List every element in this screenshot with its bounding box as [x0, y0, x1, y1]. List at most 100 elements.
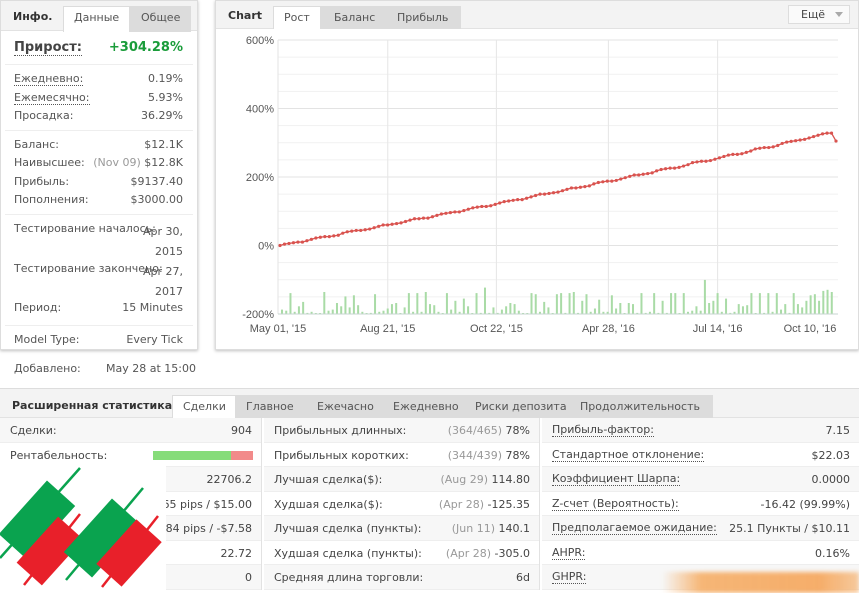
balance-label: Баланс: [14, 137, 60, 151]
growth-point [811, 134, 816, 139]
stat-label: Худшая сделка (пункты): [274, 546, 422, 560]
stat-value: -305.0 [494, 546, 530, 560]
growth-point [583, 184, 587, 189]
growth-point [538, 192, 542, 196]
growth-point [708, 158, 713, 163]
stat-label[interactable]: Стандартное отклонение: [552, 448, 705, 462]
stat-label[interactable]: Z-счет (Вероятность): [552, 497, 679, 511]
stat-value-wrap: 6d [516, 571, 530, 584]
candlestick-logo-icon [0, 462, 166, 593]
volume-bar [513, 304, 516, 314]
tab-profit[interactable]: Прибыль [384, 6, 462, 29]
tab-deposit-risks[interactable]: Риски депозита [462, 395, 580, 418]
tab-general[interactable]: Общее [130, 6, 192, 32]
growth-point [399, 221, 403, 225]
highest-date: (Nov 09) [93, 156, 141, 169]
growth-point [394, 221, 399, 226]
stat-value: 25.1 Пункты / $10.11 [729, 522, 850, 535]
growth-point [829, 131, 834, 135]
x-tick-label: Jul 14, '16 [693, 323, 743, 335]
growth-point [511, 198, 515, 202]
stat-detail: (Aug 29) [440, 473, 488, 486]
volume-bar [509, 303, 512, 314]
growth-point [753, 147, 757, 151]
growth-chart: 600% 400% 200% 0% -200% May 01, '15 Aug 21, '… [242, 35, 838, 335]
tab-data[interactable]: Данные [63, 6, 131, 32]
stats-row: Прибыльных длинных: (364/465) 78% [264, 418, 539, 443]
volume-bar [534, 294, 537, 314]
stat-label[interactable]: Предполагаемое ожидание: [552, 522, 717, 535]
stat-label[interactable]: AHPR: [552, 546, 586, 560]
stat-label[interactable]: GHPR: [552, 571, 587, 584]
stat-value: 22.72 [220, 546, 253, 560]
volume-bar [454, 300, 457, 314]
tab-balance[interactable]: Баланс [321, 6, 389, 29]
volume-bar [445, 293, 448, 314]
volume-bar [560, 293, 563, 314]
growth-point [776, 143, 780, 148]
growth-point [323, 234, 327, 239]
stat-label[interactable]: Коэффициент Шарпа: [552, 473, 681, 486]
growth-point [403, 219, 408, 224]
monthly-label[interactable]: Ежемесячно: [14, 91, 90, 105]
volume-bar [792, 293, 795, 314]
volume-bar [610, 295, 613, 314]
growth-point [439, 212, 444, 216]
volume-bar [674, 293, 677, 314]
growth-point [372, 226, 376, 230]
growth-point [664, 167, 668, 171]
growth-point [345, 230, 349, 234]
growth-point [767, 145, 771, 150]
growth-point [762, 145, 766, 150]
growth-point [484, 204, 488, 209]
more-dropdown[interactable]: Ещё [788, 5, 850, 24]
growth-point [417, 217, 421, 221]
highest-row: Наивысшее: (Nov 09) $12.8K [5, 154, 193, 173]
growth-point [820, 132, 825, 136]
volume-bar [758, 293, 761, 314]
growth-point [637, 173, 641, 177]
chart-panel-header: Chart Рост Баланс Прибыль Ещё [216, 1, 858, 29]
stats-row: Худшая сделка($): (Apr 28) -125.35 [264, 492, 539, 516]
tab-duration[interactable]: Продолжительность [567, 395, 713, 418]
test-ended-value: Apr 27, 2017 [142, 264, 183, 298]
balance-group: Баланс: $12.1K Наивысшее: (Nov 09) $12.8… [5, 131, 193, 215]
volume-bar [640, 293, 643, 314]
profitability-bar-fill [153, 450, 231, 460]
growth-point [547, 191, 551, 196]
tab-daily[interactable]: Ежедневно [380, 395, 472, 418]
growth-point [686, 163, 690, 167]
drawdown-row: Просадка: 36.29% [5, 107, 193, 126]
growth-point [780, 141, 784, 146]
growth-label[interactable]: Прирост: [14, 40, 82, 56]
tab-growth[interactable]: Рост [273, 6, 321, 29]
growth-point [569, 186, 574, 190]
tab-trades[interactable]: Сделки [172, 395, 237, 418]
period-value: 15 Minutes [122, 300, 183, 314]
stats-row: Стандартное отклонение: $22.03 [542, 443, 859, 467]
test-started-row: Тестирование началось: Apr 30, 2015 [5, 219, 193, 259]
growth-point [785, 140, 789, 144]
growth-point [690, 161, 695, 165]
volume-bar [737, 304, 740, 314]
volume-bar [708, 303, 711, 314]
stat-value-wrap: (344/439) 78% [448, 449, 530, 462]
volume-bar [450, 309, 453, 314]
daily-label[interactable]: Ежедневно: [14, 72, 84, 86]
tab-hourly[interactable]: Ежечасно [304, 395, 387, 418]
stat-value: 0 [245, 571, 252, 584]
stats-row: Средняя длина торговли: 6d [264, 565, 539, 590]
volume-bar [331, 309, 334, 314]
growth-point [462, 208, 466, 213]
growth-point [704, 159, 708, 163]
stat-label[interactable]: Прибыль-фактор: [552, 424, 654, 437]
volume-bar [335, 303, 338, 314]
growth-point [318, 235, 322, 239]
tab-main[interactable]: Главное [235, 395, 305, 418]
growth-point [480, 204, 484, 209]
x-tick-label: Oct 10, '16 [784, 323, 837, 335]
volume-bar [424, 292, 427, 314]
growth-point [596, 180, 600, 185]
growth-point [749, 149, 753, 153]
y-tick-label: 600% [246, 35, 274, 47]
